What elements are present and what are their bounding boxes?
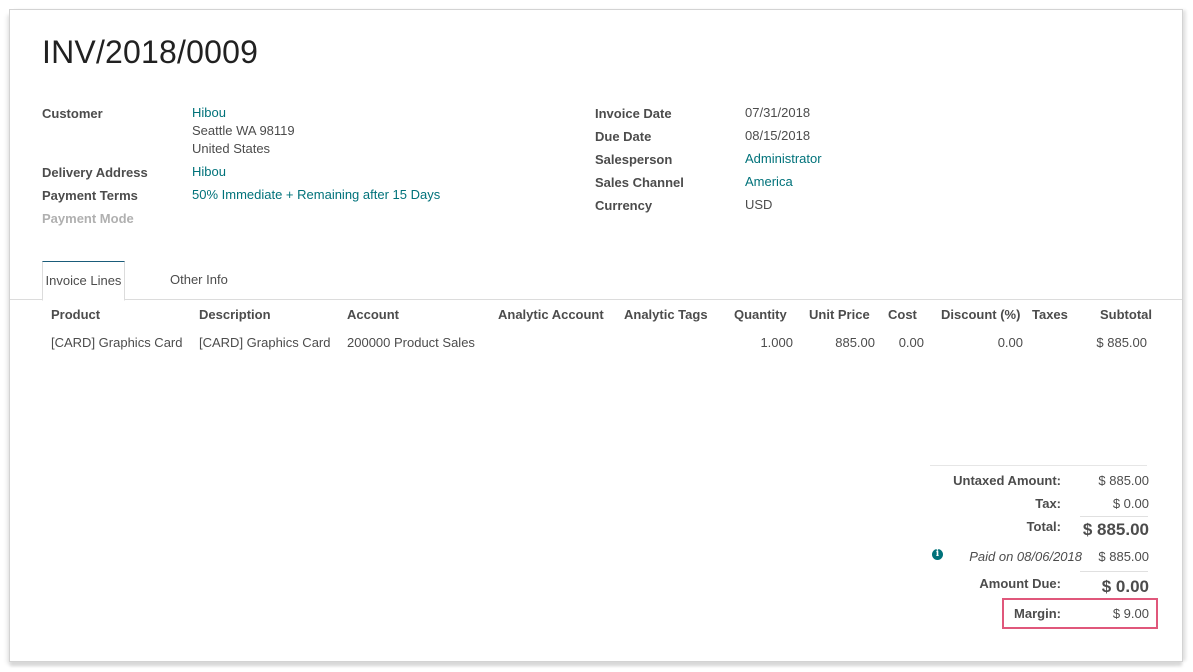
- tax-label: Tax:: [1035, 496, 1061, 511]
- amount-due-value: $ 0.00: [1101, 577, 1149, 596]
- cell-cost: 0.00: [898, 335, 924, 350]
- invoice-date-label: Invoice Date: [595, 106, 672, 121]
- payment-terms-link[interactable]: 50% Immediate + Remaining after 15 Days: [192, 186, 440, 204]
- untaxed-amount-label: Untaxed Amount:: [953, 473, 1061, 488]
- tab-invoice-lines[interactable]: Invoice Lines: [42, 261, 125, 301]
- payment-line-value: $ 885.00: [1098, 549, 1149, 564]
- margin-label: Margin:: [1014, 606, 1061, 621]
- col-header-description[interactable]: Description: [199, 307, 271, 322]
- total-label: Total:: [1026, 519, 1061, 534]
- amount-due-separator: [1080, 571, 1148, 572]
- col-header-analytic-tags[interactable]: Analytic Tags: [624, 307, 708, 322]
- sales-channel-label: Sales Channel: [595, 175, 684, 190]
- payment-line-text: Paid on 08/06/2018: [969, 549, 1082, 564]
- col-header-analytic-account[interactable]: Analytic Account: [498, 307, 604, 322]
- customer-label: Customer: [42, 106, 103, 121]
- cell-account: 200000 Product Sales: [347, 335, 475, 350]
- col-header-product[interactable]: Product: [51, 307, 100, 322]
- tax-value: $ 0.00: [1112, 496, 1149, 511]
- invoice-title: INV/2018/0009: [42, 34, 259, 70]
- cell-quantity: 1.000: [760, 335, 793, 350]
- cell-discount: 0.00: [997, 335, 1023, 350]
- sales-channel-link[interactable]: America: [745, 173, 793, 191]
- delivery-address-label: Delivery Address: [42, 165, 148, 180]
- tabs-divider: [10, 299, 1182, 300]
- total-separator: [1080, 516, 1148, 517]
- cell-product: [CARD] Graphics Card: [51, 335, 183, 350]
- due-date-label: Due Date: [595, 129, 652, 144]
- payment-info-icon[interactable]: i: [932, 549, 943, 560]
- customer-address-line2: United States: [192, 141, 271, 156]
- col-header-quantity[interactable]: Quantity: [734, 307, 787, 322]
- customer-link[interactable]: Hibou: [192, 104, 226, 122]
- delivery-address-link[interactable]: Hibou: [192, 163, 226, 181]
- tab-other-info[interactable]: Other Info: [155, 261, 243, 299]
- cell-subtotal: $ 885.00: [1096, 335, 1147, 350]
- totals-divider: [930, 465, 1147, 466]
- col-header-unit-price[interactable]: Unit Price: [809, 307, 870, 322]
- customer-address-line1: Seattle WA 98119: [192, 123, 295, 138]
- col-header-subtotal[interactable]: Subtotal: [1100, 307, 1152, 322]
- total-value: $ 885.00: [1082, 520, 1149, 539]
- cell-description: [CARD] Graphics Card: [199, 335, 331, 350]
- amount-due-label: Amount Due:: [979, 576, 1061, 591]
- col-header-account[interactable]: Account: [347, 307, 399, 322]
- cell-unit-price: 885.00: [835, 335, 875, 350]
- invoice-date-value: 07/31/2018: [745, 105, 811, 120]
- payment-mode-label: Payment Mode: [42, 211, 134, 226]
- currency-value: USD: [745, 197, 773, 212]
- col-header-discount[interactable]: Discount (%): [941, 307, 1020, 322]
- col-header-taxes[interactable]: Taxes: [1032, 307, 1068, 322]
- due-date-value: 08/15/2018: [745, 128, 811, 143]
- currency-label: Currency: [595, 198, 653, 213]
- col-header-cost[interactable]: Cost: [888, 307, 917, 322]
- salesperson-link[interactable]: Administrator: [745, 150, 822, 168]
- margin-value: $ 9.00: [1112, 606, 1149, 621]
- payment-terms-label: Payment Terms: [42, 188, 138, 203]
- untaxed-amount-value: $ 885.00: [1098, 473, 1149, 488]
- invoice-form-sheet: INV/2018/0009 Customer Hibou Seattle WA …: [9, 9, 1183, 662]
- salesperson-label: Salesperson: [595, 152, 673, 167]
